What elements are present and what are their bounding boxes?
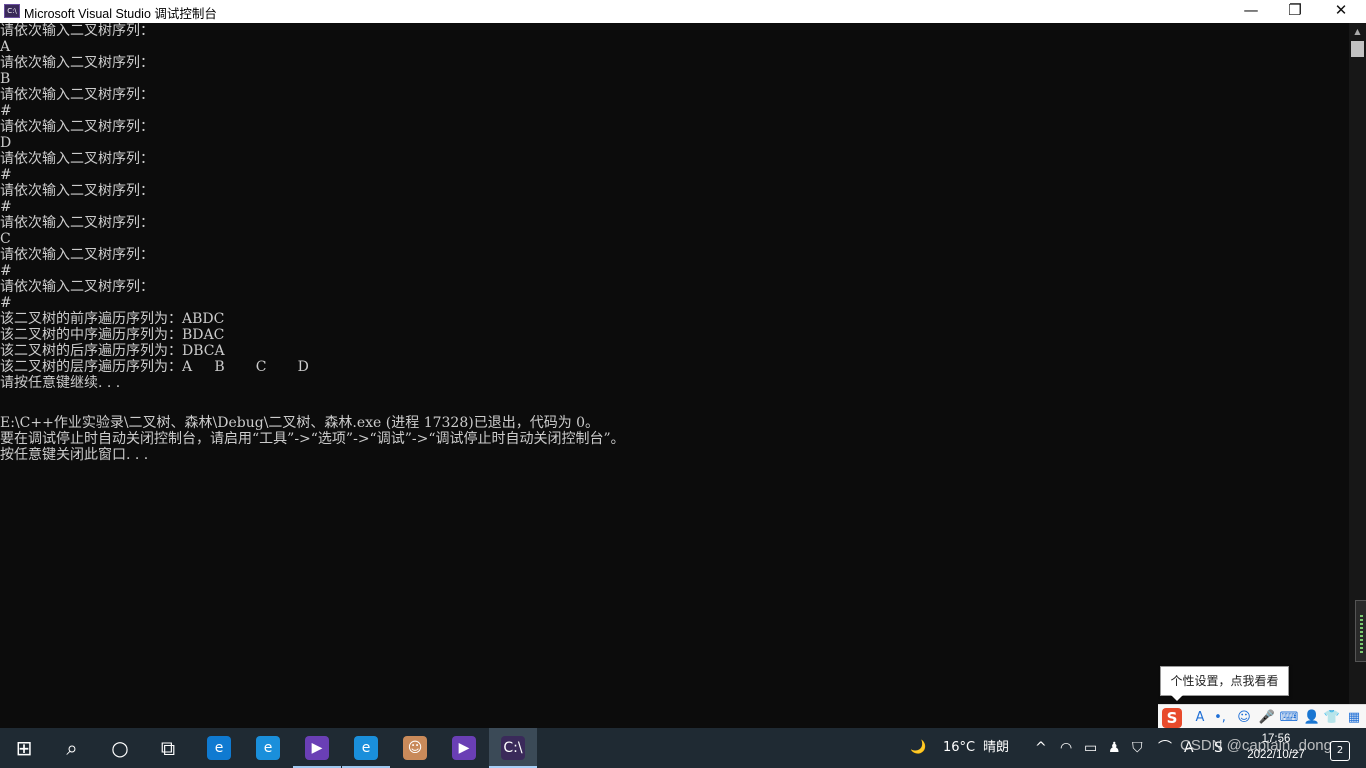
taskbar: 🌙 16°C 晴朗 ^ ◠ ▭ ♟ ⛉ ⌒ A S ⊞ ⌕ ○ ⧉ e e ▶ e ☺ ▶ C:\ (0, 728, 1366, 768)
emoji-icon[interactable]: ☺ (1234, 708, 1254, 728)
search-icon: ⌕ (66, 736, 78, 760)
console-line: 请依次输入二叉树序列： (0, 215, 154, 231)
console-line: # (0, 295, 12, 311)
console-line: E:\C++作业实验录\二叉树、森林\Debug\二叉树、森林.exe (进程 … (0, 415, 600, 431)
show-hidden-icons-icon[interactable]: ^ (1035, 728, 1047, 768)
edge-icon: e (207, 736, 231, 760)
console-line: 请依次输入二叉树序列： (0, 119, 154, 135)
console-line: 请依次输入二叉树序列： (0, 23, 154, 39)
skin-icon[interactable]: 👕 (1322, 708, 1342, 728)
font-icon[interactable]: A (1190, 708, 1210, 728)
start-icon: ⊞ (15, 736, 33, 760)
console-line: 该二叉树的前序遍历序列为：ABDC (0, 311, 225, 327)
wifi-icon[interactable]: ◠ (1060, 728, 1072, 768)
clock-date: 2022/10/27 (1247, 749, 1305, 761)
console-line: # (0, 103, 12, 119)
weather-temperature[interactable]: 16°C (943, 728, 975, 768)
console-line: 该二叉树的层序遍历序列为：A B C D (0, 359, 309, 375)
scroll-thumb[interactable] (1351, 41, 1364, 57)
edge-beta-icon: e (256, 736, 280, 760)
console-line: # (0, 263, 12, 279)
console-line: 请依次输入二叉树序列： (0, 151, 154, 167)
toolbox-icon[interactable]: ▦ (1344, 708, 1364, 728)
console-line: # (0, 167, 12, 183)
console-line: 按任意键关闭此窗口. . . (0, 447, 149, 463)
clock-time: 17:56 (1261, 733, 1291, 745)
security-icon[interactable]: ⛉ (1132, 728, 1143, 768)
console-line: # (0, 199, 12, 215)
minimize-button[interactable]: — (1228, 0, 1274, 23)
taskbar-item-visual-studio-2[interactable]: ▶ (440, 728, 488, 768)
ime-tooltip: 个性设置，点我看看 (1160, 666, 1289, 701)
qq-icon[interactable]: ♟ (1108, 728, 1121, 768)
window-title: Microsoft Visual Studio 调试控制台 (24, 7, 217, 21)
close-button[interactable]: ✕ (1318, 0, 1364, 23)
punctuation-icon[interactable]: •, (1210, 708, 1230, 728)
taskbar-item-task-view[interactable]: ⧉ (144, 728, 192, 768)
sogou-logo-icon[interactable]: S (1162, 708, 1182, 728)
taskbar-item-start[interactable]: ⊞ (0, 728, 48, 768)
console-line: D (0, 135, 12, 151)
cortana-icon: ○ (111, 736, 129, 760)
task-view-icon: ⧉ (160, 736, 176, 760)
taskbar-item-edge-beta[interactable]: e (244, 728, 292, 768)
console-output[interactable]: 请依次输入二叉树序列： A 请依次输入二叉树序列： B 请依次输入二叉树序列： # 请依次输… (0, 23, 1349, 728)
taskbar-item-avatar-app[interactable]: ☺ (391, 728, 439, 768)
restore-button[interactable]: ❐ (1272, 0, 1318, 23)
edge-dev-icon: e (354, 736, 378, 760)
level-bar (1360, 615, 1363, 655)
microphone-icon[interactable]: 🎤 (1257, 708, 1277, 728)
console-line: 请依次输入二叉树序列： (0, 55, 154, 71)
visual-studio-2-icon: ▶ (452, 736, 476, 760)
taskbar-item-cortana[interactable]: ○ (96, 728, 144, 768)
taskbar-item-edge[interactable]: e (195, 728, 243, 768)
console-line: A (0, 39, 11, 55)
console-line: 请依次输入二叉树序列： (0, 279, 154, 295)
battery-icon[interactable]: ▭ (1084, 728, 1097, 768)
console-line: 请依次输入二叉树序列： (0, 87, 154, 103)
console-window-icon: C:\ (4, 4, 20, 18)
console-line: 要在调试停止时自动关闭控制台，请启用“工具”->“选项”->“调试”->“调试停… (0, 431, 625, 447)
weather-condition[interactable]: 晴朗 (983, 728, 1009, 768)
console-line: 该二叉树的后序遍历序列为：DBCA (0, 343, 225, 359)
side-level-meter (1355, 600, 1366, 662)
taskbar-item-visual-studio[interactable]: ▶ (293, 728, 341, 768)
console-line: B (0, 71, 11, 87)
taskbar-item-console-app[interactable]: C:\ (489, 728, 537, 768)
avatar-app-icon: ☺ (403, 736, 427, 760)
console-line: 请依次输入二叉树序列： (0, 183, 154, 199)
ime-toolbar: S A •, ☺ 🎤 ⌨ 👤 👕 ▦ (1158, 704, 1366, 730)
weather-icon[interactable]: 🌙 (910, 728, 926, 768)
console-line: 该二叉树的中序遍历序列为：BDAC (0, 327, 225, 343)
scroll-up-arrow-icon[interactable]: ▲ (1349, 25, 1366, 39)
taskbar-item-search[interactable]: ⌕ (48, 728, 96, 768)
visual-studio-icon: ▶ (305, 736, 329, 760)
taskbar-item-edge-dev[interactable]: e (342, 728, 390, 768)
console-line: C (0, 231, 11, 247)
system-clock[interactable]: 17:56 2022/10/27 (1236, 731, 1316, 763)
pen-icon[interactable]: ⌒ (1158, 728, 1172, 768)
user-icon[interactable]: 👤 (1302, 708, 1322, 728)
console-line: 请依次输入二叉树序列： (0, 247, 154, 263)
window-title-bar: C:\ Microsoft Visual Studio 调试控制台 — ❐ ✕ (0, 0, 1366, 23)
console-app-icon: C:\ (501, 736, 525, 760)
notification-center-icon[interactable]: 2 (1330, 741, 1350, 761)
keyboard-icon[interactable]: ⌨ (1279, 708, 1299, 728)
console-line: 请按任意键继续. . . (0, 375, 121, 391)
